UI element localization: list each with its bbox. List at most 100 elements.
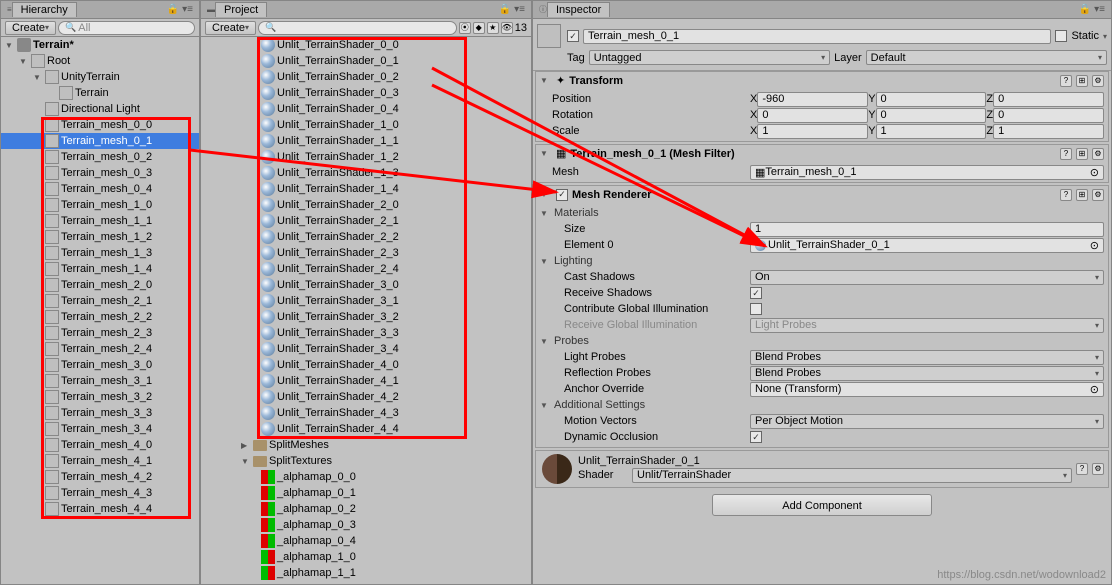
mesh-row[interactable]: Terrain_mesh_2_4	[1, 341, 199, 357]
shader-row[interactable]: Unlit_TerrainShader_0_4	[201, 101, 531, 117]
size-field[interactable]: 1	[750, 222, 1104, 237]
shader-row[interactable]: Unlit_TerrainShader_0_1	[201, 53, 531, 69]
mesh-row[interactable]: Terrain_mesh_1_0	[1, 197, 199, 213]
shader-row[interactable]: Unlit_TerrainShader_3_2	[201, 309, 531, 325]
shader-row[interactable]: Unlit_TerrainShader_0_2	[201, 69, 531, 85]
reflection-probes-dropdown[interactable]: Blend Probes	[750, 366, 1104, 381]
shader-row[interactable]: Unlit_TerrainShader_2_1	[201, 213, 531, 229]
static-checkbox[interactable]	[1055, 30, 1067, 42]
mesh-row[interactable]: Terrain_mesh_3_2	[1, 389, 199, 405]
texture-row[interactable]: _alphamap_0_4	[201, 533, 531, 549]
mesh-row[interactable]: Terrain_mesh_2_0	[1, 277, 199, 293]
mesh-row[interactable]: Terrain_mesh_3_1	[1, 373, 199, 389]
create-button[interactable]: Create ▾	[5, 21, 56, 35]
shader-row[interactable]: Unlit_TerrainShader_4_2	[201, 389, 531, 405]
mesh-row[interactable]: Terrain_mesh_3_4	[1, 421, 199, 437]
folder-row[interactable]: ▼SplitTextures	[201, 453, 531, 469]
pos-x[interactable]: -960	[757, 92, 868, 107]
shader-row[interactable]: Unlit_TerrainShader_3_4	[201, 341, 531, 357]
mesh-row[interactable]: Terrain_mesh_4_0	[1, 437, 199, 453]
texture-row[interactable]: _alphamap_1_0	[201, 549, 531, 565]
mesh-row[interactable]: Terrain_mesh_4_1	[1, 453, 199, 469]
shader-row[interactable]: Unlit_TerrainShader_4_1	[201, 373, 531, 389]
preset-icon[interactable]: ⊞	[1076, 148, 1088, 160]
tag-dropdown[interactable]: Untagged	[589, 50, 830, 65]
shader-row[interactable]: Unlit_TerrainShader_1_2	[201, 149, 531, 165]
name-field[interactable]: Terrain_mesh_0_1	[583, 29, 1051, 44]
light-probes-dropdown[interactable]: Blend Probes	[750, 350, 1104, 365]
lock-icon[interactable]: 🔒 ▾≡	[499, 4, 525, 15]
scl-z[interactable]: 1	[993, 124, 1104, 139]
rot-z[interactable]: 0	[993, 108, 1104, 123]
shader-dropdown[interactable]: Unlit/TerrainShader	[632, 468, 1072, 483]
help-icon[interactable]: ?	[1060, 148, 1072, 160]
terrain-row[interactable]: Terrain	[1, 85, 199, 101]
lock-icon[interactable]: 🔒 ▾≡	[167, 4, 193, 15]
mesh-row[interactable]: Terrain_mesh_3_0	[1, 357, 199, 373]
lock-icon[interactable]: 🔒 ▾≡	[1079, 4, 1105, 15]
pos-y[interactable]: 0	[876, 92, 987, 107]
unityterrain-row[interactable]: ▼UnityTerrain	[1, 69, 199, 85]
hidden-icon[interactable]: 👁	[501, 22, 513, 34]
root-row[interactable]: ▼Root	[1, 53, 199, 69]
shader-row[interactable]: Unlit_TerrainShader_4_0	[201, 357, 531, 373]
shader-row[interactable]: Unlit_TerrainShader_4_3	[201, 405, 531, 421]
mesh-row[interactable]: Terrain_mesh_2_3	[1, 325, 199, 341]
help-icon[interactable]: ?	[1060, 75, 1072, 87]
create-button[interactable]: Create ▾	[205, 21, 256, 35]
project-search[interactable]: 🔍	[258, 21, 457, 35]
hierarchy-tab[interactable]: ≡Hierarchy🔒 ▾≡	[1, 1, 199, 19]
folder-row[interactable]: ▶SplitMeshes	[201, 437, 531, 453]
preset-icon[interactable]: ⊞	[1076, 75, 1088, 87]
gear-icon[interactable]: ⚙	[1092, 463, 1104, 475]
preset-icon[interactable]: ⊞	[1076, 189, 1088, 201]
pos-z[interactable]: 0	[993, 92, 1104, 107]
cast-shadows-dropdown[interactable]: On	[750, 270, 1104, 285]
mesh-row[interactable]: Terrain_mesh_1_3	[1, 245, 199, 261]
scene-row[interactable]: ▼Terrain*	[1, 37, 199, 53]
mesh-row[interactable]: Terrain_mesh_2_1	[1, 293, 199, 309]
shader-row[interactable]: Unlit_TerrainShader_3_0	[201, 277, 531, 293]
shader-row[interactable]: Unlit_TerrainShader_1_1	[201, 133, 531, 149]
anchor-override-field[interactable]: None (Transform)⊙	[750, 382, 1104, 397]
hierarchy-search[interactable]: 🔍All	[58, 21, 195, 35]
project-tree[interactable]: Unlit_TerrainShader_0_0Unlit_TerrainShad…	[201, 37, 531, 584]
mesh-row[interactable]: Terrain_mesh_4_4	[1, 501, 199, 517]
light-row[interactable]: Directional Light	[1, 101, 199, 117]
help-icon[interactable]: ?	[1076, 463, 1088, 475]
shader-row[interactable]: Unlit_TerrainShader_2_3	[201, 245, 531, 261]
gear-icon[interactable]: ⚙	[1092, 75, 1104, 87]
add-component-button[interactable]: Add Component	[712, 494, 932, 516]
mesh-row[interactable]: Terrain_mesh_1_1	[1, 213, 199, 229]
mesh-row[interactable]: Terrain_mesh_2_2	[1, 309, 199, 325]
mesh-row[interactable]: Terrain_mesh_3_3	[1, 405, 199, 421]
filter-label-icon[interactable]: ★	[487, 22, 499, 34]
mesh-field[interactable]: ▦ Terrain_mesh_0_1⊙	[750, 165, 1104, 180]
mesh-row[interactable]: Terrain_mesh_0_3	[1, 165, 199, 181]
texture-row[interactable]: _alphamap_0_0	[201, 469, 531, 485]
shader-row[interactable]: Unlit_TerrainShader_0_0	[201, 37, 531, 53]
hierarchy-tree[interactable]: ▼Terrain* ▼Root ▼UnityTerrain Terrain Di…	[1, 37, 199, 584]
help-icon[interactable]: ?	[1060, 189, 1072, 201]
filter-type-icon[interactable]: ◆	[473, 22, 485, 34]
shader-row[interactable]: Unlit_TerrainShader_1_0	[201, 117, 531, 133]
receive-shadows-checkbox[interactable]	[750, 287, 762, 299]
shader-row[interactable]: Unlit_TerrainShader_1_3	[201, 165, 531, 181]
mesh-row[interactable]: Terrain_mesh_0_1	[1, 133, 199, 149]
gear-icon[interactable]: ⚙	[1092, 148, 1104, 160]
mesh-row[interactable]: Terrain_mesh_1_2	[1, 229, 199, 245]
rot-x[interactable]: 0	[757, 108, 868, 123]
mesh-row[interactable]: Terrain_mesh_0_2	[1, 149, 199, 165]
contribute-gi-checkbox[interactable]	[750, 303, 762, 315]
texture-row[interactable]: _alphamap_0_1	[201, 485, 531, 501]
mesh-row[interactable]: Terrain_mesh_0_0	[1, 117, 199, 133]
filter-favorite-icon[interactable]: ⦿	[459, 22, 471, 34]
shader-row[interactable]: Unlit_TerrainShader_1_4	[201, 181, 531, 197]
layer-dropdown[interactable]: Default	[866, 50, 1107, 65]
texture-row[interactable]: _alphamap_0_2	[201, 501, 531, 517]
gear-icon[interactable]: ⚙	[1092, 189, 1104, 201]
renderer-enable[interactable]	[556, 189, 568, 201]
mesh-row[interactable]: Terrain_mesh_4_2	[1, 469, 199, 485]
active-checkbox[interactable]	[567, 30, 579, 42]
motion-vectors-dropdown[interactable]: Per Object Motion	[750, 414, 1104, 429]
